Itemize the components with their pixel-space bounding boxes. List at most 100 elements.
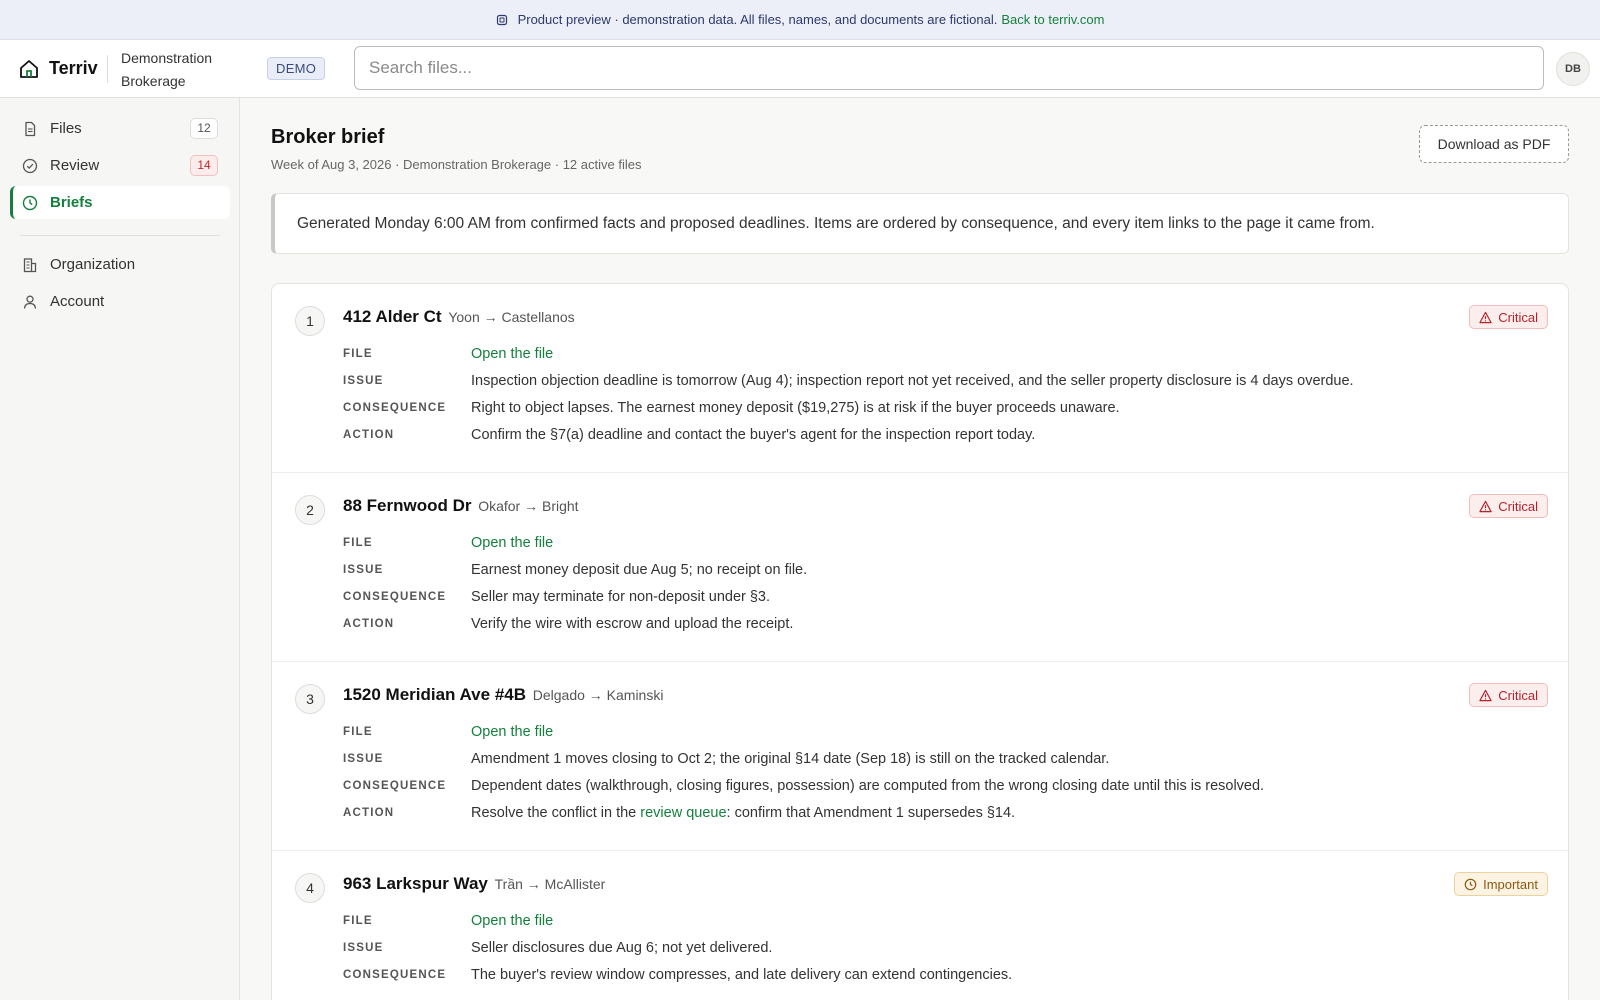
sidebar-item-review[interactable]: Review 14 — [10, 149, 230, 182]
sidebar-item-label: Review — [50, 157, 100, 174]
org-line-2: Brokerage — [121, 73, 186, 89]
issue-row: ISSUE Inspection objection deadline is to… — [343, 370, 1354, 392]
top-bar: Terriv Demonstration Brokerage DEMO DB — [0, 40, 1600, 98]
brand-divider — [107, 55, 108, 83]
row-label: FILE — [343, 537, 373, 549]
action-text-end: : confirm that Amendment 1 supersedes §1… — [726, 805, 1016, 821]
row-label: ISSUE — [343, 564, 384, 576]
page-subtitle: Week of Aug 3, 2026 · Demonstration Brok… — [271, 157, 642, 172]
back-to-site-link[interactable]: Back to terriv.com — [1001, 12, 1104, 27]
consequence-row: CONSEQUENCE Seller may terminate for non-… — [343, 586, 770, 608]
row-label: ISSUE — [343, 375, 384, 387]
open-file-link[interactable]: Open the file — [471, 535, 553, 551]
action-row: ACTION Verify the wire with escrow and up… — [343, 613, 793, 635]
organization-name: Demonstration Brokerage — [121, 47, 241, 93]
consequence-text: The buyer's review window compresses, an… — [471, 967, 1013, 983]
clock-icon — [22, 195, 38, 210]
building-icon — [23, 257, 37, 272]
severity-badge: Critical — [1469, 305, 1548, 329]
row-label: CONSEQUENCE — [343, 780, 447, 792]
item-address[interactable]: 1520 Meridian Ave #4B Delgado → Kaminski — [343, 685, 663, 705]
row-label: ISSUE — [343, 942, 384, 954]
consequence-text: Right to object lapses. The earnest mone… — [471, 400, 1120, 416]
item-parties: Trần → McAllister — [494, 876, 606, 892]
avatar[interactable]: DB — [1556, 52, 1590, 86]
files-count-badge: 12 — [190, 118, 218, 139]
sidebar-item-account[interactable]: Account — [10, 285, 230, 318]
item-number: 4 — [295, 873, 325, 903]
item-number: 1 — [295, 306, 325, 336]
download-pdf-button[interactable]: Download as PDF — [1419, 125, 1569, 163]
file-row: FILE Open the file — [343, 910, 553, 932]
open-file-link[interactable]: Open the file — [471, 724, 553, 740]
item-address[interactable]: 963 Larkspur Way Trần → McAllister — [343, 874, 605, 894]
sidebar-divider — [20, 235, 220, 236]
action-text: Confirm the §7(a) deadline and contact t… — [471, 427, 1036, 443]
demo-badge: DEMO — [267, 57, 326, 80]
severity-label: Important — [1483, 876, 1538, 892]
issue-text: Amendment 1 moves closing to Oct 2; the … — [471, 751, 1110, 767]
sidebar-item-briefs[interactable]: Briefs — [10, 186, 230, 219]
consequence-text: Dependent dates (walkthrough, closing fi… — [471, 778, 1265, 794]
warning-triangle-icon — [1479, 689, 1492, 701]
sidebar-item-label: Briefs — [50, 194, 93, 211]
brief-list: 1 412 Alder Ct Yoon → Castellanos Critic… — [271, 283, 1569, 1000]
item-parties: Delgado → Kaminski — [532, 687, 664, 703]
open-file-link[interactable]: Open the file — [471, 346, 553, 362]
item-parties: Okafor → Bright — [478, 498, 579, 514]
item-address[interactable]: 412 Alder Ct Yoon → Castellanos — [343, 307, 575, 327]
action-row: ACTION Confirm the §7(a) deadline and con… — [343, 424, 1035, 446]
preview-banner: Product preview · demonstration data. Al… — [0, 0, 1600, 40]
banner-text: Product preview · demonstration data. Al… — [517, 12, 998, 27]
issue-text: Seller disclosures due Aug 6; not yet de… — [471, 940, 773, 956]
generation-note: Generated Monday 6:00 AM from confirmed … — [271, 193, 1569, 254]
address-text: 1520 Meridian Ave #4B — [343, 685, 526, 704]
sidebar-item-files[interactable]: Files 12 — [10, 112, 230, 145]
issue-text: Inspection objection deadline is tomorro… — [471, 373, 1354, 389]
home-icon[interactable] — [18, 58, 40, 80]
sidebar-item-label: Account — [50, 293, 105, 310]
brief-item: 1 412 Alder Ct Yoon → Castellanos Critic… — [272, 284, 1568, 473]
severity-badge: Critical — [1469, 683, 1548, 707]
consequence-row: CONSEQUENCE Dependent dates (walkthrough,… — [343, 775, 1264, 797]
sidebar-item-organization[interactable]: Organization — [10, 248, 230, 281]
row-label: ACTION — [343, 807, 395, 819]
issue-row: ISSUE Earnest money deposit due Aug 5; no… — [343, 559, 807, 581]
issue-row: ISSUE Amendment 1 moves closing to Oct 2;… — [343, 748, 1109, 770]
action-text: Resolve the conflict in the review queue… — [471, 805, 1015, 821]
severity-label: Critical — [1498, 687, 1538, 703]
brand-name[interactable]: Terriv — [49, 58, 98, 79]
sidebar: Files 12 Review 14 Briefs Organization A… — [0, 98, 240, 1000]
severity-label: Critical — [1498, 309, 1538, 325]
row-label: ACTION — [343, 618, 395, 630]
open-file-link[interactable]: Open the file — [471, 913, 553, 929]
action-text: Verify the wire with escrow and upload t… — [471, 616, 794, 632]
file-row: FILE Open the file — [343, 532, 553, 554]
address-text: 412 Alder Ct — [343, 307, 442, 326]
info-chip-icon — [496, 14, 507, 25]
file-row: FILE Open the file — [343, 343, 553, 365]
row-label: FILE — [343, 726, 373, 738]
main-content: Broker brief Week of Aug 3, 2026 · Demon… — [240, 98, 1600, 1000]
warning-triangle-icon — [1479, 311, 1492, 323]
item-number: 2 — [295, 495, 325, 525]
row-label: CONSEQUENCE — [343, 591, 447, 603]
brief-item: 4 963 Larkspur Way Trần → McAllister Imp… — [272, 851, 1568, 1000]
item-address[interactable]: 88 Fernwood Dr Okafor → Bright — [343, 496, 579, 516]
brief-item: 3 1520 Meridian Ave #4B Delgado → Kamins… — [272, 662, 1568, 851]
clock-icon — [1464, 878, 1477, 890]
address-text: 88 Fernwood Dr — [343, 496, 472, 515]
consequence-row: CONSEQUENCE Right to object lapses. The e… — [343, 397, 1120, 419]
row-label: FILE — [343, 348, 373, 360]
item-number: 3 — [295, 684, 325, 714]
severity-badge: Important — [1454, 872, 1548, 896]
row-label: FILE — [343, 915, 373, 927]
user-icon — [23, 295, 37, 309]
issue-text: Earnest money deposit due Aug 5; no rece… — [471, 562, 808, 578]
file-icon — [25, 121, 36, 136]
action-row: ACTION Resolve the conflict in the review… — [343, 802, 1015, 824]
search-input[interactable] — [354, 46, 1544, 90]
org-line-1: Demonstration — [121, 50, 213, 66]
review-queue-link[interactable]: review queue — [640, 805, 726, 821]
file-row: FILE Open the file — [343, 721, 553, 743]
